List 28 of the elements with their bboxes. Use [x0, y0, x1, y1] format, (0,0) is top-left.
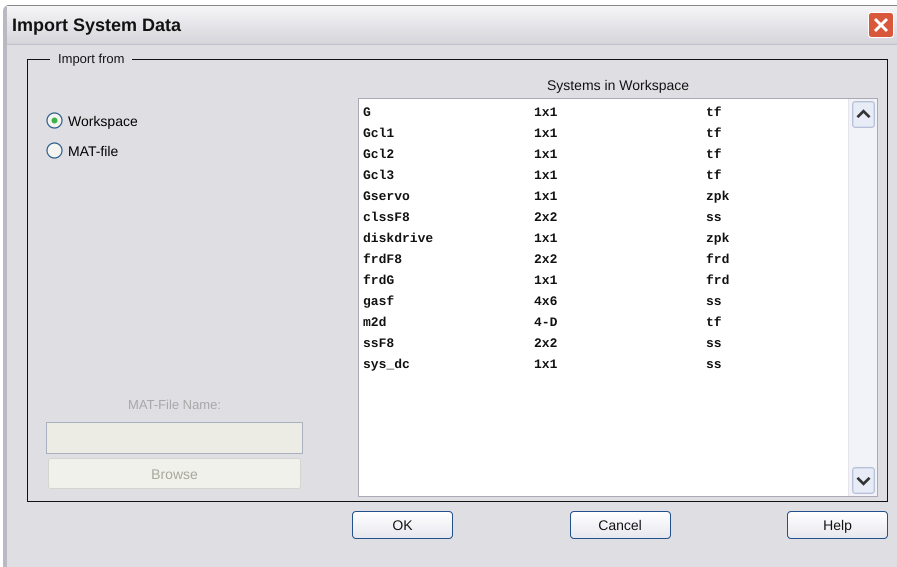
close-icon[interactable] — [868, 12, 894, 38]
system-row[interactable]: diskdrive 1x1 zpk — [363, 228, 844, 249]
system-row[interactable]: Gcl3 1x1 tf — [363, 165, 844, 186]
radio-button[interactable] — [46, 112, 63, 129]
dialog-button[interactable]: Help — [787, 511, 888, 539]
radio-label[interactable]: MAT-file — [68, 142, 118, 158]
system-row[interactable]: frdG 1x1 frd — [363, 270, 844, 291]
scroll-bar[interactable] — [848, 99, 877, 496]
system-row[interactable]: G 1x1 tf — [363, 102, 844, 123]
group-legend: Import from — [50, 51, 132, 66]
list-heading: Systems in Workspace — [546, 77, 690, 93]
system-row[interactable]: gasf 4x6 ss — [363, 291, 844, 312]
system-row[interactable]: sys_dc 1x1 ss — [363, 354, 844, 375]
scroll-down-icon[interactable] — [850, 467, 876, 494]
dialog-button[interactable]: OK — [352, 511, 453, 539]
system-row[interactable]: ssF8 2x2 ss — [363, 333, 844, 354]
system-row[interactable]: m2d 4-D tf — [363, 312, 844, 333]
system-row[interactable]: Gservo 1x1 zpk — [363, 186, 844, 207]
radio-button[interactable] — [46, 142, 63, 159]
window-title: Import System Data — [12, 14, 182, 36]
field-label: MAT-File Name: — [128, 397, 221, 412]
system-row[interactable]: clssF8 2x2 ss — [363, 207, 844, 228]
scroll-up-icon[interactable] — [850, 101, 876, 128]
dialog-button[interactable]: Cancel — [570, 511, 670, 539]
radio-label[interactable]: Workspace — [68, 112, 138, 128]
system-row[interactable]: Gcl2 1x1 tf — [363, 144, 844, 165]
system-row[interactable]: frdF8 2x2 frd — [363, 249, 844, 270]
system-row[interactable]: Gcl1 1x1 tf — [363, 123, 844, 144]
